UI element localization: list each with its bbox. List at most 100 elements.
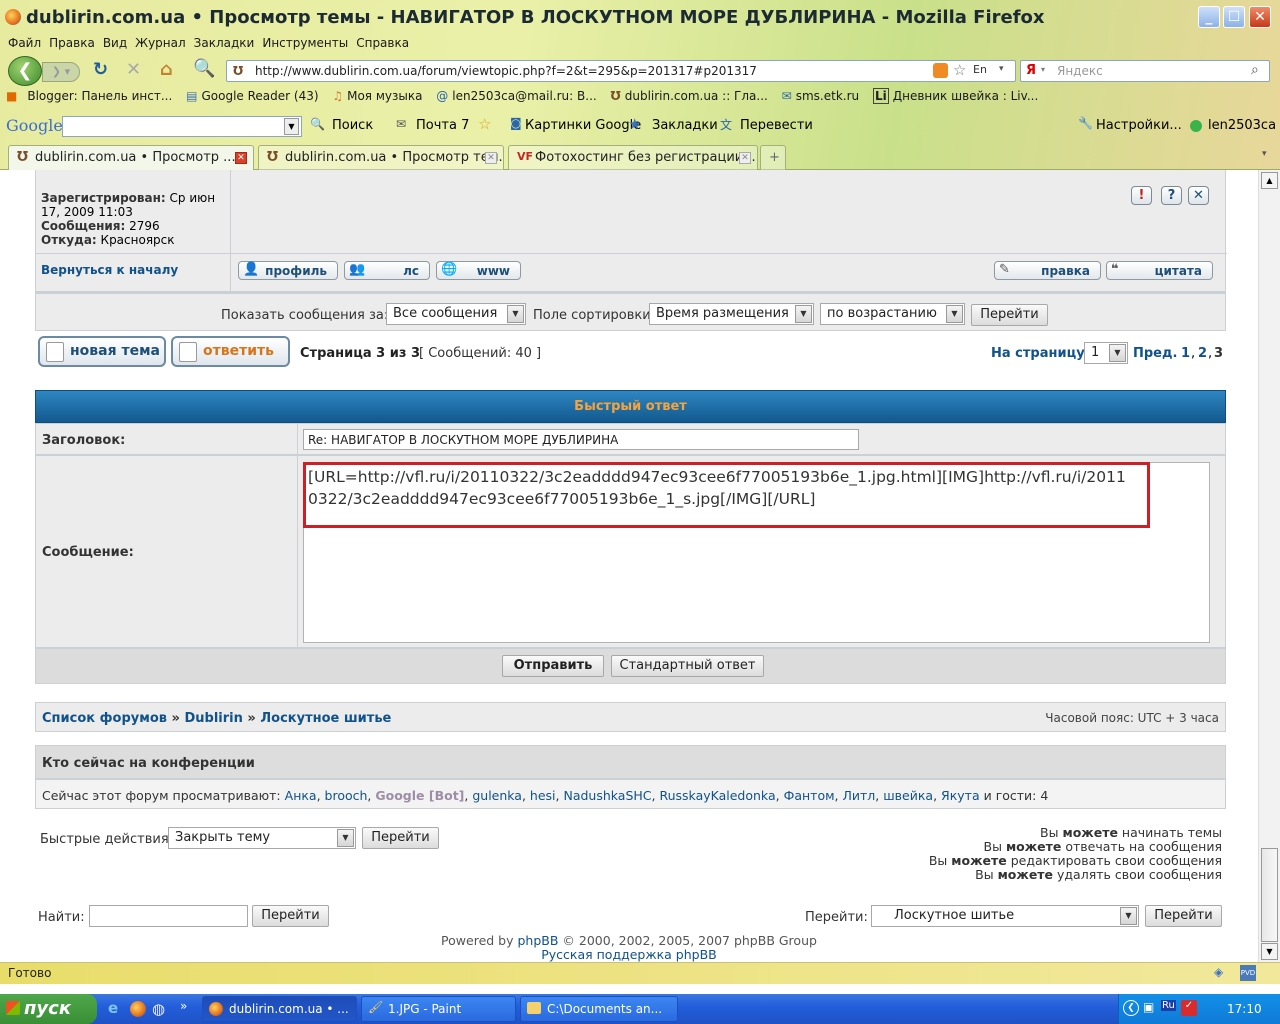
menu-tools[interactable]: Инструменты (262, 36, 348, 50)
search-engine-dropdown-icon[interactable]: ▾ (1041, 65, 1045, 74)
translate-icon[interactable]: En (973, 63, 987, 76)
tab-1[interactable]: Ʊdublirin.com.ua • Просмотр ... ✕ (8, 145, 254, 170)
ie-quicklaunch-icon[interactable]: e (108, 999, 118, 1017)
order-select[interactable]: по возрастанию ▼ (820, 303, 965, 325)
page-select[interactable]: 1 ▼ (1084, 342, 1128, 364)
menu-help[interactable]: Справка (356, 36, 409, 50)
tab-list-icon[interactable]: ▾ (1262, 149, 1267, 159)
menu-bookmarks[interactable]: Закладки (194, 36, 255, 50)
sort-select[interactable]: Время размещения ▼ (649, 303, 814, 325)
opera-quicklaunch-icon[interactable]: ◍ (152, 1000, 165, 1018)
antivirus-icon[interactable]: ✓ (1181, 1000, 1197, 1016)
minimize-button[interactable]: _ (1198, 6, 1220, 28)
url-dropdown-icon[interactable]: ▾ (999, 64, 1004, 74)
bookmark-star-icon[interactable]: ☆ (953, 61, 966, 79)
prev-page-link[interactable]: Пред. (1133, 346, 1177, 361)
jump-select[interactable]: Лоскутное шитье ▼ (871, 905, 1139, 927)
phpbb-link[interactable]: phpBB (517, 933, 558, 948)
breadcrumb-subforum[interactable]: Лоскутное шитье (260, 711, 391, 726)
status-addon-icon[interactable]: ◈ (1214, 965, 1223, 979)
report-icon[interactable]: ! (1131, 186, 1152, 205)
reply-button[interactable]: ответить (171, 336, 290, 367)
breadcrumb-index[interactable]: Список форумов (42, 711, 167, 726)
stop-icon[interactable]: ✕ (126, 59, 141, 80)
bookmark-dublirin[interactable]: dublirin.com.ua :: Гла... (625, 89, 768, 103)
full-editor-button[interactable]: Стандартный ответ (611, 655, 764, 677)
info-icon[interactable]: ? (1161, 186, 1182, 205)
online-user[interactable]: швейка (883, 788, 933, 803)
online-user[interactable]: RusskayKaledonka (659, 788, 775, 803)
maximize-button[interactable]: ☐ (1223, 6, 1245, 28)
taskbar-item-paint[interactable]: 🖌 1.JPG - Paint (361, 996, 516, 1022)
online-user[interactable]: Анка (285, 788, 317, 803)
google-bookmarks-button[interactable]: Закладки (652, 118, 718, 133)
close-tab-icon[interactable]: ✕ (485, 152, 497, 164)
bookmark-mail[interactable]: len2503ca@mail.ru: В... (452, 89, 596, 103)
online-user-bot[interactable]: Google [Bot] (375, 788, 464, 803)
close-window-button[interactable]: ✕ (1249, 6, 1271, 28)
jump-go-button[interactable]: Перейти (1145, 905, 1222, 927)
tab-3[interactable]: VF Фотохостинг без регистрации. ... ✕ (508, 145, 758, 170)
quote-button[interactable]: ❝ цитата (1106, 261, 1213, 280)
magnifier-icon[interactable]: ⌕ (1251, 62, 1259, 78)
pm-button[interactable]: 👥 лс (344, 261, 430, 280)
online-user[interactable]: gulenka (472, 788, 522, 803)
new-topic-button[interactable]: новая тема (38, 336, 166, 367)
page-1-link[interactable]: 1 (1181, 346, 1190, 361)
firefox-quicklaunch-icon[interactable] (130, 1001, 146, 1017)
bookmark-sms[interactable]: sms.etk.ru (796, 89, 859, 103)
profile-button[interactable]: 👤 профиль (238, 261, 338, 280)
page-2-link[interactable]: 2 (1198, 346, 1207, 361)
tray-expand-icon[interactable]: ❮ (1123, 1000, 1139, 1016)
search-go-button[interactable]: Перейти (252, 905, 329, 927)
menu-edit[interactable]: Правка (49, 36, 95, 50)
new-tab-button[interactable]: + (760, 145, 786, 170)
online-user[interactable]: brooch (325, 788, 368, 803)
sort-go-button[interactable]: Перейти (971, 304, 1048, 326)
scroll-thumb[interactable] (1261, 848, 1278, 942)
edit-button[interactable]: ✎ правка (994, 261, 1101, 280)
google-search-dropdown-icon[interactable]: ▼ (284, 118, 299, 135)
menu-history[interactable]: Журнал (135, 36, 186, 50)
bookmark-music[interactable]: Моя музыка (347, 89, 422, 103)
search-bar[interactable]: Я ▾ Яндекс ⌕ (1020, 60, 1270, 82)
support-link[interactable]: Русская поддержка phpBB (0, 948, 1258, 962)
url-bar[interactable]: Ʊ http://www.dublirin.com.ua/forum/viewt… (226, 60, 1016, 82)
home-icon[interactable]: ⌂ (160, 59, 173, 80)
close-tab-icon[interactable]: ✕ (739, 152, 751, 164)
online-user[interactable]: hesi (530, 788, 556, 803)
google-user[interactable]: len2503ca (1208, 118, 1276, 133)
quick-mod-go-button[interactable]: Перейти (362, 827, 439, 849)
google-translate-button[interactable]: Перевести (740, 118, 813, 133)
menu-file[interactable]: Файл (8, 36, 41, 50)
submit-button[interactable]: Отправить (502, 655, 604, 677)
network-icon[interactable]: ▣ (1143, 1000, 1154, 1014)
keyboard-layout-icon[interactable]: Ru (1161, 1000, 1176, 1011)
google-images-button[interactable]: Картинки Google (525, 118, 641, 133)
subject-input[interactable]: Re: НАВИГАТОР В ЛОСКУТНОМ МОРЕ ДУБЛИРИНА (303, 429, 859, 450)
online-user[interactable]: Литл (842, 788, 875, 803)
tab-2[interactable]: Ʊdublirin.com.ua • Просмотр тем... ✕ (258, 145, 504, 170)
star-icon[interactable]: ☆ (478, 115, 491, 133)
bookmark-reader[interactable]: Google Reader (43) (201, 89, 318, 103)
pvd-icon[interactable]: PVD (1240, 965, 1256, 981)
google-settings-button[interactable]: Настройки... (1096, 118, 1182, 133)
reload-icon[interactable]: ↻ (93, 59, 108, 80)
www-button[interactable]: 🌐 www (436, 261, 521, 280)
bookmark-diary[interactable]: Дневник швейка : Liv... (893, 89, 1039, 103)
online-user[interactable]: Фантом (784, 788, 835, 803)
back-to-top-link[interactable]: Вернуться к началу (41, 263, 178, 277)
menu-view[interactable]: Вид (103, 36, 127, 50)
taskbar-item-firefox[interactable]: dublirin.com.ua • ... (202, 996, 357, 1022)
search-input[interactable] (89, 905, 248, 927)
start-button[interactable]: пуск (0, 994, 97, 1024)
quicklaunch-more-icon[interactable]: » (180, 999, 187, 1013)
quick-mod-select[interactable]: Закрыть тему ▼ (168, 827, 356, 849)
show-select[interactable]: Все сообщения ▼ (386, 303, 526, 325)
scroll-up-arrow-icon[interactable]: ▲ (1261, 172, 1278, 189)
breadcrumb-forum[interactable]: Dublirin (184, 711, 242, 726)
back-button[interactable]: ❮ (8, 56, 42, 86)
google-search-button[interactable]: Поиск (332, 118, 373, 133)
delete-post-icon[interactable]: ✕ (1188, 186, 1209, 205)
google-mail-button[interactable]: Почта 7 (416, 118, 469, 133)
